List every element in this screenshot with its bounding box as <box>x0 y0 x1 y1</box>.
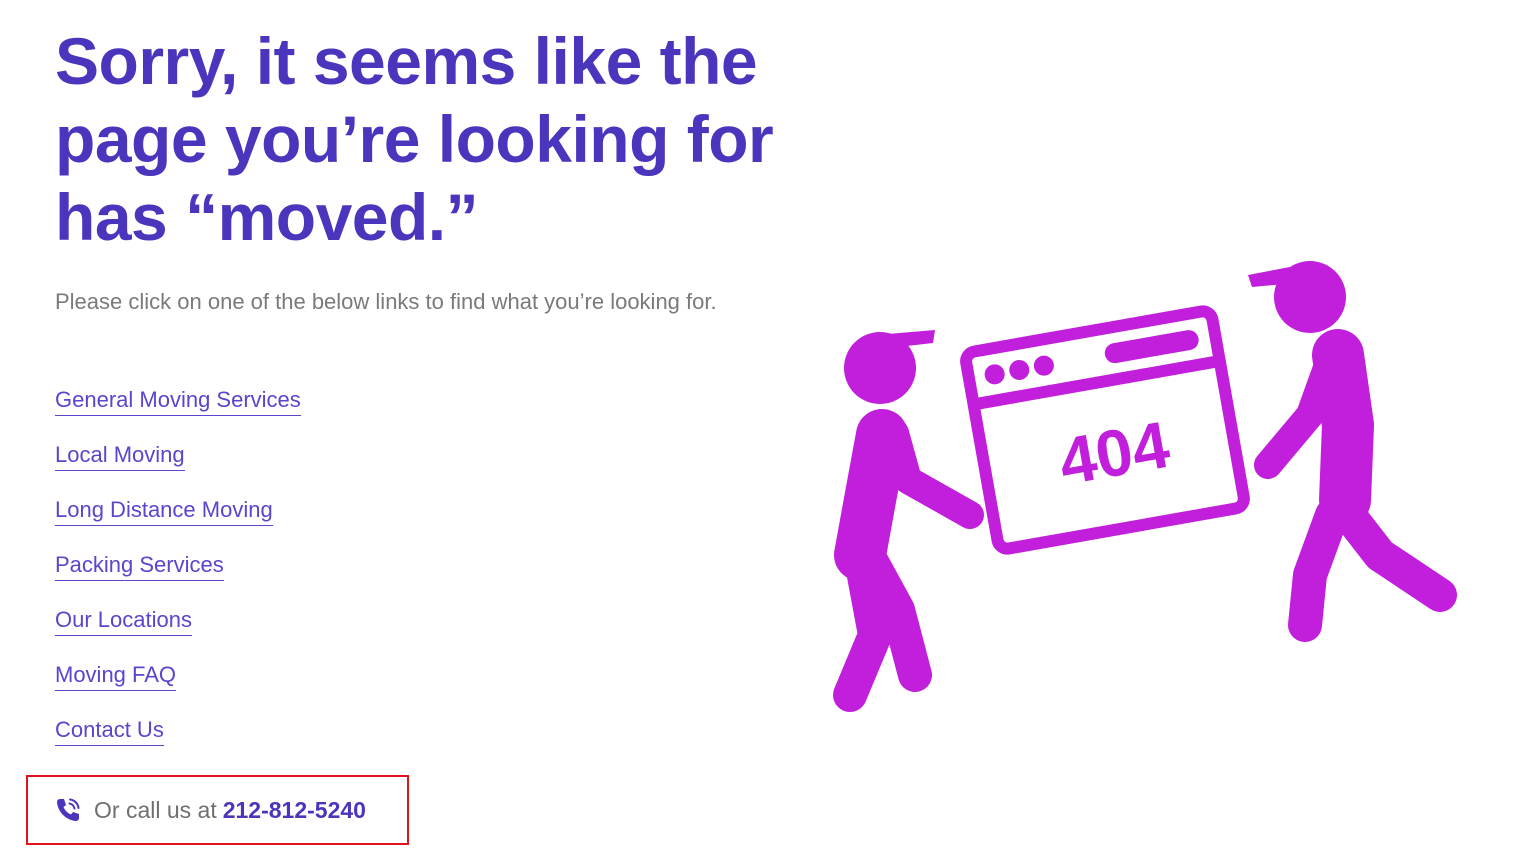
list-item: Local Moving <box>55 441 301 496</box>
link-local-moving[interactable]: Local Moving <box>55 441 185 471</box>
list-item: General Moving Services <box>55 386 301 441</box>
list-item: Our Locations <box>55 606 301 661</box>
link-packing-services[interactable]: Packing Services <box>55 551 224 581</box>
movers-carrying-404-window-illustration: 404 <box>820 255 1480 735</box>
list-item: Packing Services <box>55 551 301 606</box>
call-us-box: Or call us at 212-812-5240 <box>26 775 409 845</box>
page-title-line-3: has “moved.” <box>55 180 479 254</box>
link-long-distance-moving[interactable]: Long Distance Moving <box>55 496 273 526</box>
phone-icon <box>54 796 82 824</box>
page-title-line-1: Sorry, it seems like the <box>55 24 758 98</box>
link-moving-faq[interactable]: Moving FAQ <box>55 661 177 691</box>
call-prefix-text: Or call us at <box>94 796 217 823</box>
phone-number-link[interactable]: 212-812-5240 <box>223 797 366 824</box>
link-our-locations[interactable]: Our Locations <box>55 606 192 636</box>
list-item: Contact Us <box>55 716 301 771</box>
instructions-text: Please click on one of the below links t… <box>55 289 717 314</box>
link-contact-us[interactable]: Contact Us <box>55 716 164 746</box>
page-title-line-2: page you’re looking for <box>55 102 774 176</box>
link-general-moving-services[interactable]: General Moving Services <box>55 386 301 416</box>
page-title: Sorry, it seems like the page you’re loo… <box>55 22 835 256</box>
list-item: Moving FAQ <box>55 661 301 716</box>
helpful-links-list: General Moving Services Local Moving Lon… <box>55 386 301 771</box>
list-item: Long Distance Moving <box>55 496 301 551</box>
